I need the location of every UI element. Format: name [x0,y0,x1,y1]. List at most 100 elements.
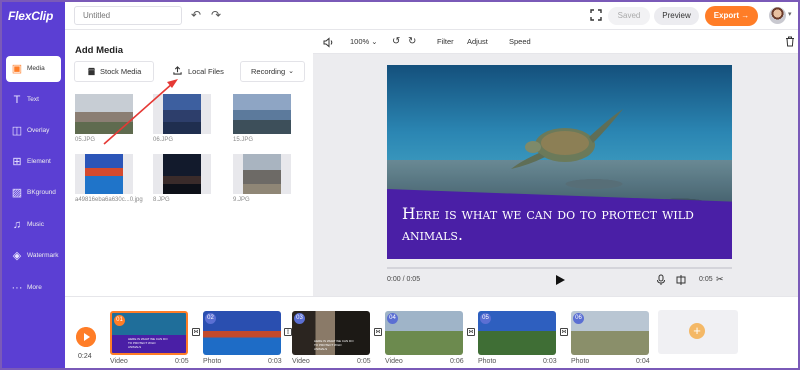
media-image [163,94,201,134]
play-icon[interactable] [554,274,566,286]
sidebar-item-watermark[interactable]: ◈ Watermark [6,243,61,269]
media-filename: 9.JPG [233,197,250,203]
logo: FlexClip [8,9,54,23]
media-image [75,94,133,134]
text-icon: T [13,94,21,106]
media-thumbnail[interactable] [153,154,211,194]
sidebar-item-element[interactable]: ⊞ Element [6,149,61,175]
progress-bar[interactable] [387,267,732,269]
plus-icon: + [689,323,705,339]
zoom-select[interactable]: 100% ⌄ [350,37,378,46]
element-icon: ⊞ [12,156,22,168]
aspect-ratio-icon[interactable] [675,274,687,286]
stock-media-label: Stock Media [100,67,142,76]
timeline-clip[interactable]: 01 HERE IS WHAT WE CAN DO TO PROTECT WIL… [110,311,188,355]
timeline-clip[interactable]: 05 [478,311,556,355]
preview-stage: Here is what we can do to protect wild a… [313,54,798,296]
scissors-icon[interactable]: ✂ [716,274,724,285]
clip-number: 02 [205,313,216,324]
sidebar-item-media[interactable]: ▣ Media [6,56,61,82]
media-panel: Add Media Stock Media Local Files Record… [65,30,313,296]
add-clip-button[interactable]: + [658,310,738,354]
sidebar-item-label: Media [27,65,45,72]
sidebar-item-bkground[interactable]: ▨ BKground [6,180,61,206]
clip-type: Video [385,358,403,365]
clip-type: Video [292,358,310,365]
rotate-left-icon[interactable]: ↺ [392,36,400,47]
media-thumbnail[interactable] [233,94,291,134]
timeline-clip[interactable]: 04 [385,311,463,355]
preview-button[interactable]: Preview [654,7,699,25]
video-preview[interactable]: Here is what we can do to protect wild a… [387,65,732,259]
transition-icon[interactable]: ▯ [284,328,292,336]
clip-duration: 0:04 [636,358,650,365]
sidebar-item-text[interactable]: T Text [6,87,61,113]
timeline: 0:24 01 HERE IS WHAT WE CAN DO TO PROTEC… [65,296,798,368]
chevron-down-icon[interactable]: ▾ [788,10,792,18]
timeline-time: 0:24 [78,353,92,360]
upload-icon [173,66,182,75]
sidebar-item-more[interactable]: ··· More [6,275,61,301]
overlay-icon: ◫ [11,125,23,137]
timeline-clip[interactable]: 06 [571,311,649,355]
play-button[interactable] [76,327,96,347]
media-filename: 8.JPG [153,197,170,203]
media-thumbnail[interactable] [233,154,291,194]
sidebar-item-overlay[interactable]: ◫ Overlay [6,118,61,144]
undo-icon[interactable]: ↶ [189,8,203,22]
video-caption[interactable]: Here is what we can do to protect wild a… [402,204,702,246]
filter-button[interactable]: Filter [437,37,454,46]
sidebar-item-label: Text [27,96,39,103]
sidebar: ▣ Media T Text ◫ Overlay ⊞ Element ▨ BKg… [2,30,65,368]
fullscreen-icon[interactable] [590,9,602,21]
media-thumbnail[interactable] [75,94,133,134]
timeline-clip[interactable]: 03 HERE IS WHAT WE CAN DO TO PROTECT WIL… [292,311,370,355]
transition-icon[interactable]: ⋈ [374,328,382,336]
timeline-clip[interactable]: 02 [203,311,281,355]
transition-icon[interactable]: ⋈ [192,328,200,336]
export-button[interactable]: Export → [705,6,758,26]
media-thumbnail[interactable] [75,154,133,194]
media-image [243,154,281,194]
clip-number: 06 [573,313,584,324]
clip-duration: 0:05 [175,358,189,365]
media-thumbnail[interactable] [153,94,211,134]
transition-icon[interactable]: ⋈ [560,328,568,336]
media-image [85,154,123,194]
local-files-button[interactable]: Local Files [163,61,232,82]
clip-duration: 0:03 [543,358,557,365]
background-icon: ▨ [11,187,23,199]
clip-duration: 0:05 [699,276,713,283]
volume-icon[interactable] [323,37,334,48]
transition-icon[interactable]: ⋈ [467,328,475,336]
trash-icon[interactable] [785,36,795,47]
watermark-icon: ◈ [12,250,22,262]
sidebar-item-label: Music [27,221,44,228]
top-bar: FlexClip ↶ ↷ Saved Preview Export → ▾ [2,2,798,30]
avatar[interactable] [769,7,786,24]
more-icon: ··· [11,282,23,294]
rotate-right-icon[interactable]: ↻ [408,36,416,47]
microphone-icon[interactable] [655,274,667,286]
sea-turtle-image [511,109,623,169]
clip-type: Photo [203,358,222,365]
project-title-input[interactable] [74,6,182,25]
stock-media-button[interactable]: Stock Media [74,61,154,82]
speed-button[interactable]: Speed [509,37,531,46]
clip-duration: 0:05 [357,358,371,365]
media-filename: 05.JPG [75,137,96,143]
chevron-down-icon: ⌄ [288,68,294,75]
sidebar-item-music[interactable]: ♫ Music [6,212,61,238]
saved-button[interactable]: Saved [608,7,650,25]
media-icon: ▣ [11,63,23,75]
sidebar-item-label: Overlay [27,127,50,134]
redo-icon[interactable]: ↷ [209,8,223,22]
media-filename: a49816eba6a630c...0.jpg [75,197,143,203]
store-icon [87,67,96,76]
recording-dropdown[interactable]: Recording ⌄ [240,61,305,82]
editor-toolbar: 100% ⌄ ↺ ↻ Filter Adjust Speed [313,30,798,54]
adjust-button[interactable]: Adjust [467,37,488,46]
media-image [233,94,291,134]
sidebar-item-label: BKground [27,189,56,196]
clip-number: 05 [480,313,491,324]
